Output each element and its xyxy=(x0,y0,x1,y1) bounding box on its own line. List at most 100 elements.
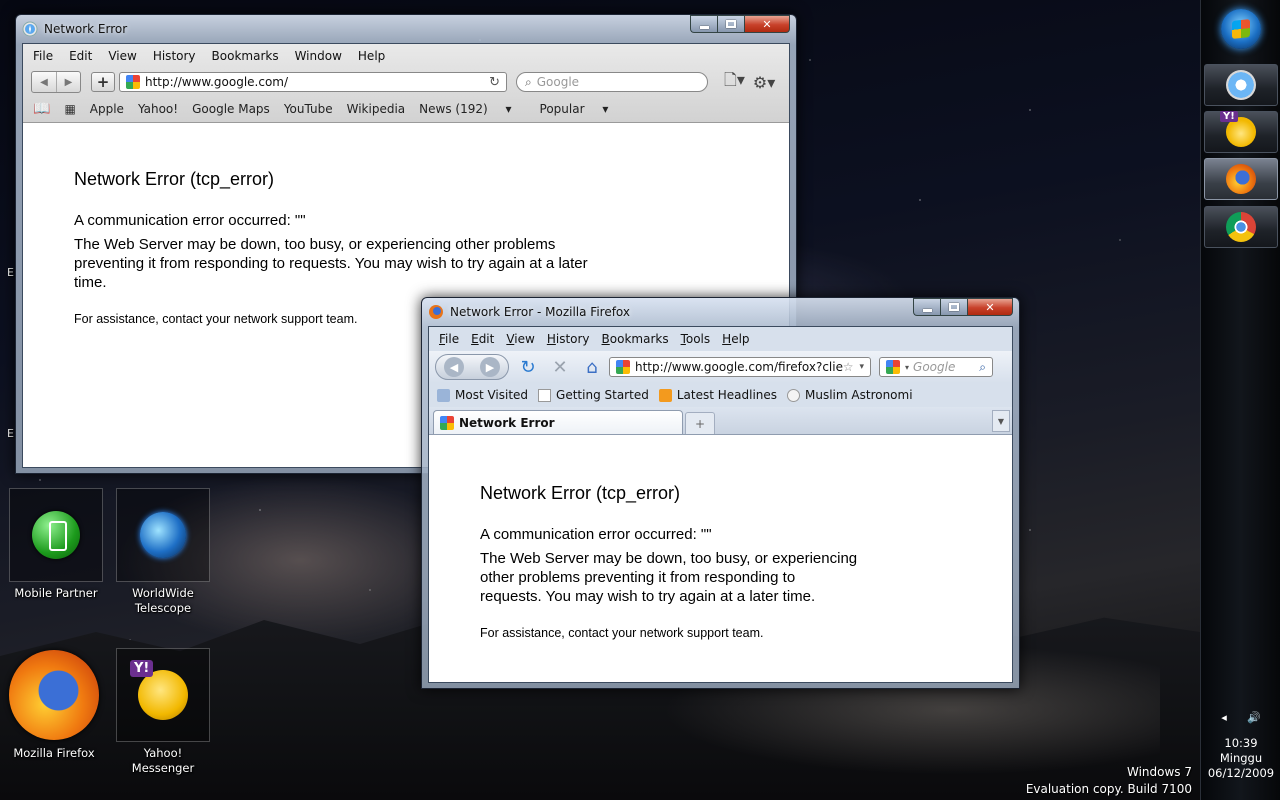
menu-help[interactable]: Help xyxy=(358,49,385,63)
bookmark-latest-headlines[interactable]: Latest Headlines xyxy=(658,388,778,402)
add-bookmark-button[interactable]: + xyxy=(91,72,115,92)
address-field[interactable]: http://www.google.com/firefox?clie ☆ ▾ xyxy=(609,357,871,377)
back-button[interactable]: ◀ xyxy=(444,357,464,377)
menu-history[interactable]: History xyxy=(547,332,590,346)
home-icon[interactable]: ⌂ xyxy=(579,354,605,380)
start-button[interactable] xyxy=(1221,9,1261,49)
chrome-icon xyxy=(1226,212,1256,242)
menu-view[interactable]: View xyxy=(506,332,534,346)
desktop-icon-label-partial: E xyxy=(7,427,14,440)
bookmark-muslim-astronomi[interactable]: Muslim Astronomi xyxy=(787,388,913,402)
volume-icon[interactable]: 🔊 xyxy=(1247,711,1261,724)
error-heading: Network Error (tcp_error) xyxy=(480,483,681,503)
taskbar-button-safari[interactable] xyxy=(1204,64,1278,106)
error-page: Network Error (tcp_error) A communicatio… xyxy=(23,123,623,326)
menu-edit[interactable]: Edit xyxy=(471,332,494,346)
bookmark-youtube[interactable]: YouTube xyxy=(284,102,333,116)
yahoo-messenger-icon xyxy=(1220,111,1256,147)
chevron-down-icon: ▾ xyxy=(905,362,910,372)
tab-label: Network Error xyxy=(459,415,555,430)
menu-tools[interactable]: Tools xyxy=(681,332,711,346)
bookmark-google-maps[interactable]: Google Maps xyxy=(192,102,270,116)
tray-clock[interactable]: 10:39 Minggu 06/12/2009 xyxy=(1201,736,1280,781)
menu-file[interactable]: File xyxy=(33,49,53,63)
watermark-line: Windows 7 xyxy=(1126,765,1192,779)
bookmark-yahoo[interactable]: Yahoo! xyxy=(138,102,178,116)
taskbar: ◂ 🔊 10:39 Minggu 06/12/2009 xyxy=(1200,0,1280,800)
close-button[interactable]: ✕ xyxy=(744,15,790,33)
star-icon[interactable]: ☆ xyxy=(843,360,854,374)
close-icon: ✕ xyxy=(985,300,995,314)
forward-button[interactable]: ▶ xyxy=(56,72,80,92)
back-button[interactable]: ◀ xyxy=(32,72,56,92)
maximize-button[interactable] xyxy=(940,298,967,316)
forward-button[interactable]: ▶ xyxy=(480,357,500,377)
menu-bookmarks[interactable]: Bookmarks xyxy=(602,332,669,346)
menu-label: dit xyxy=(478,332,495,346)
reload-icon[interactable]: ↻ xyxy=(515,354,541,380)
bookmark-popular-label: Popular xyxy=(539,102,585,116)
bookmark-label: Latest Headlines xyxy=(676,388,778,402)
menu-view[interactable]: View xyxy=(108,49,136,63)
menu-help[interactable]: Help xyxy=(722,332,749,346)
search-icon[interactable]: ⌕ xyxy=(979,360,986,375)
desktop-icon-label: Yahoo! Messenger xyxy=(131,746,195,775)
taskbar-button-yahoo-messenger[interactable] xyxy=(1204,111,1278,153)
search-field[interactable]: ▾ Google ⌕ xyxy=(879,357,993,377)
tray-icons: ◂ 🔊 xyxy=(1201,706,1280,728)
bookmark-apple[interactable]: Apple xyxy=(90,102,124,116)
stop-icon[interactable]: ✕ xyxy=(547,354,573,380)
close-button[interactable]: ✕ xyxy=(967,298,1013,316)
bookmark-most-visited[interactable]: Most Visited xyxy=(437,388,528,402)
tab-network-error[interactable]: Network Error xyxy=(433,410,683,434)
bookmark-wikipedia[interactable]: Wikipedia xyxy=(347,102,406,116)
bookmark-label: Most Visited xyxy=(455,388,529,402)
reload-icon[interactable]: ↻ xyxy=(489,75,500,90)
firefox-icon xyxy=(1226,164,1256,194)
new-tab-button[interactable]: + xyxy=(685,412,715,434)
bookmarks-book-icon[interactable]: 📖 xyxy=(33,101,50,117)
navigation-row: ◀ ▶ + http://www.google.com/ ↻ ⌕ Google … xyxy=(23,68,789,96)
firefox-icon xyxy=(9,650,99,740)
minimize-button[interactable] xyxy=(690,15,717,33)
menu-window[interactable]: Window xyxy=(295,49,342,63)
search-placeholder: Google xyxy=(536,75,580,89)
minimize-button[interactable] xyxy=(913,298,940,316)
maximize-button[interactable] xyxy=(717,15,744,33)
maximize-icon xyxy=(949,303,959,311)
menu-edit[interactable]: Edit xyxy=(69,49,92,63)
firefox-client: File Edit View History Bookmarks Tools H… xyxy=(428,326,1013,683)
address-field[interactable]: http://www.google.com/ ↻ xyxy=(119,72,507,92)
page-menu-icon[interactable]: 🗋▾ xyxy=(724,69,745,96)
windows-watermark: Windows 7 Evaluation copy. Build 7100 xyxy=(1026,764,1192,798)
desktop-icon-worldwide-telescope[interactable]: WorldWide Telescope xyxy=(113,488,213,616)
bookmark-getting-started[interactable]: Getting Started xyxy=(538,388,649,402)
error-page: Network Error (tcp_error) A communicatio… xyxy=(429,435,1012,640)
search-icon: ⌕ xyxy=(525,74,532,89)
bookmark-popular[interactable]: Popular ▾ xyxy=(540,102,623,116)
menu-label: ile xyxy=(445,332,460,346)
taskbar-button-firefox[interactable] xyxy=(1204,158,1278,200)
bookmark-news[interactable]: News (192) ▾ xyxy=(419,102,525,116)
settings-gear-icon[interactable]: ⚙▾ xyxy=(753,73,775,92)
firefox-window[interactable]: Network Error - Mozilla Firefox ✕ File E… xyxy=(421,297,1020,689)
desktop-icon-yahoo-messenger[interactable]: Yahoo! Messenger xyxy=(113,648,213,776)
top-sites-grid-icon[interactable]: ▦ xyxy=(64,102,75,116)
menu-file[interactable]: File xyxy=(439,332,459,346)
search-field[interactable]: ⌕ Google xyxy=(516,72,708,92)
taskbar-button-chrome[interactable] xyxy=(1204,206,1278,248)
firefox-titlebar[interactable]: Network Error - Mozilla Firefox ✕ xyxy=(428,298,1013,326)
menu-bookmarks[interactable]: Bookmarks xyxy=(212,49,279,63)
chevron-down-icon[interactable]: ▾ xyxy=(859,362,864,372)
tab-list-button[interactable]: ▼ xyxy=(992,410,1010,432)
show-hidden-icons-arrow-icon[interactable]: ◂ xyxy=(1221,711,1227,724)
menu-history[interactable]: History xyxy=(153,49,196,63)
menu-mnemonic: H xyxy=(722,332,732,346)
desktop-icon-mobile-partner[interactable]: Mobile Partner xyxy=(6,488,106,601)
desktop-icon-mozilla-firefox[interactable]: Mozilla Firefox xyxy=(4,648,104,761)
clock-time: 10:39 xyxy=(1224,736,1258,750)
close-icon: ✕ xyxy=(762,17,772,31)
menu-label: istory xyxy=(555,332,590,346)
safari-titlebar[interactable]: Network Error ✕ xyxy=(22,15,790,43)
menu-label: iew xyxy=(514,332,535,346)
